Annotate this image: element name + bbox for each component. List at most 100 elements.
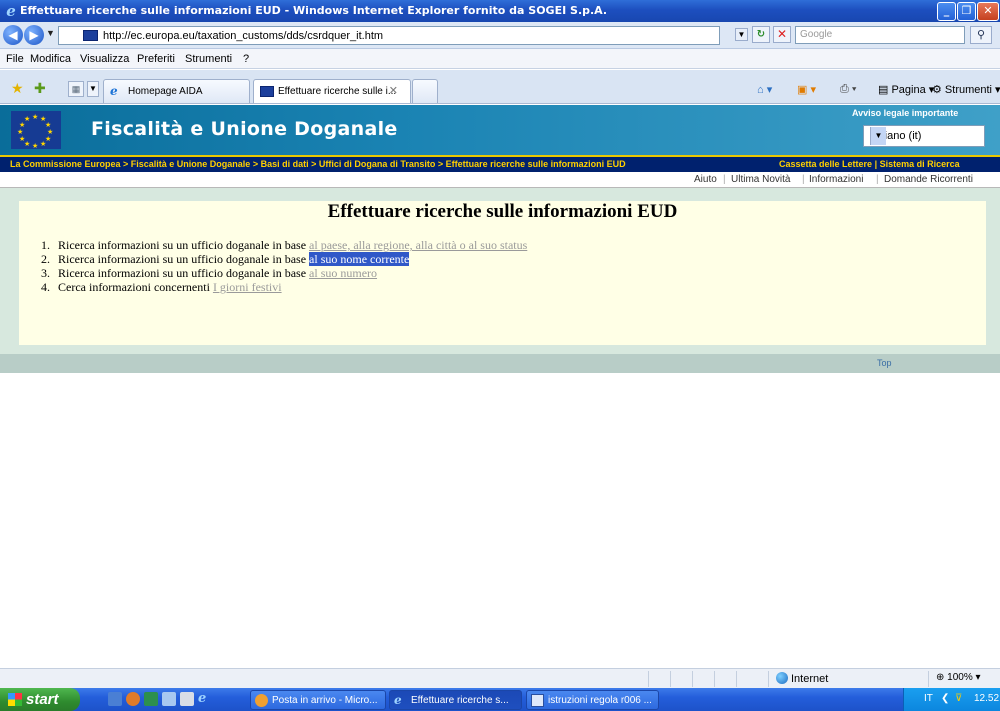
globe-icon	[776, 672, 788, 684]
page-menu[interactable]: ▤ Pagina ▾	[878, 83, 934, 96]
ie-logo-icon: e	[6, 2, 16, 20]
new-tab-button[interactable]	[412, 79, 438, 103]
system-tray: IT ❮ ⊽ 12.52	[903, 688, 1000, 711]
menu-file[interactable]: File	[6, 53, 24, 65]
url-text: http://ec.europa.eu/taxation_customs/dds…	[103, 30, 384, 42]
windows-logo-icon	[8, 693, 22, 706]
search-placeholder: Google	[800, 29, 833, 40]
menu-modifica[interactable]: Modifica	[30, 53, 71, 65]
tab-label: Effettuare ricerche sulle i...	[278, 86, 397, 97]
home-icon[interactable]: ⌂ ▾	[757, 83, 772, 96]
search-icon[interactable]: ⚲	[970, 26, 992, 44]
web-page: ★ ★ ★ ★ ★ ★ ★ ★ ★ ★ ★ ★ Fiscalità e Unione Dogan…	[0, 105, 1000, 668]
print-icon[interactable]: ⎙ ▾	[840, 83, 856, 96]
ie-icon: e	[394, 693, 402, 707]
minimize-button[interactable]: _	[937, 2, 956, 21]
zoom-control[interactable]: ⊕ 100% ▾	[936, 672, 981, 683]
quicklaunch-icon[interactable]	[108, 692, 122, 706]
address-field[interactable]: http://ec.europa.eu/taxation_customs/dds…	[58, 26, 720, 45]
list-item: 4. Cerca informazioni concernenti I giorn…	[41, 280, 282, 294]
breadcrumb[interactable]: La Commissione Europea > Fiscalità e Uni…	[10, 159, 626, 169]
help-link[interactable]: Aiuto	[694, 174, 717, 185]
task-outlook[interactable]: Posta in arrivo - Micro...	[250, 690, 386, 710]
legal-notice-link[interactable]: Avviso legale importante	[852, 108, 958, 118]
info-link[interactable]: Informazioni	[809, 174, 863, 185]
task-word[interactable]: istruzioni regola r006 ...	[526, 690, 659, 710]
chevron-down-icon: ▼	[870, 127, 886, 145]
list-item: 1. Ricerca informazioni su un ufficio dog…	[41, 238, 528, 252]
search-system-link[interactable]: Sistema di Ricerca	[880, 159, 960, 169]
maximize-button[interactable]: ❐	[957, 2, 976, 21]
search-input[interactable]: Google	[795, 26, 965, 44]
tab-bar: ★ ✚ ▦ ▼ e Homepage AIDA Effettuare ricer…	[0, 70, 1000, 104]
tools-menu-label: Strumenti	[944, 84, 992, 96]
search-by-name-link[interactable]: al suo nome corrente	[309, 252, 410, 266]
feeds-icon[interactable]: ▣ ▾	[797, 83, 816, 96]
ie-page-icon: e	[110, 84, 118, 98]
mailbox-link[interactable]: Cassetta delle Lettere	[779, 159, 872, 169]
ie-quicklaunch-icon[interactable]: e	[198, 692, 212, 706]
quicklaunch-icon[interactable]	[162, 692, 176, 706]
history-dropdown-icon[interactable]: ▼	[46, 28, 55, 38]
tab-eud-search[interactable]: Effettuare ricerche sulle i... ✕	[253, 79, 411, 103]
eu-favicon-icon	[260, 86, 274, 97]
content-box: Effettuare ricerche sulle informazioni E…	[19, 201, 986, 345]
list-item: 3. Ricerca informazioni su un ufficio dog…	[41, 266, 378, 280]
task-label: istruzioni regola r006 ...	[548, 695, 652, 706]
antivirus-icon[interactable]: ⊽	[955, 693, 962, 704]
add-favorites-icon[interactable]: ✚	[34, 80, 46, 97]
latest-news-link[interactable]: Ultima Novità	[731, 174, 790, 185]
taskbar: start e Posta in arrivo - Micro... e Eff…	[0, 688, 1000, 711]
start-label: start	[26, 691, 59, 708]
start-button[interactable]: start	[0, 688, 80, 711]
page-menu-label: Pagina	[891, 84, 926, 96]
search-by-number-link[interactable]: al suo numero	[309, 266, 377, 280]
refresh-button[interactable]: ↻	[752, 26, 770, 43]
arrow-icon[interactable]: ❮	[941, 693, 949, 704]
breadcrumb-right: Cassetta delle Lettere | Sistema di Rice…	[779, 159, 960, 169]
forward-button[interactable]: ▶	[24, 25, 44, 45]
site-banner: ★ ★ ★ ★ ★ ★ ★ ★ ★ ★ ★ ★ Fiscalità e Unione Dogan…	[0, 105, 1000, 155]
window-title: Effettuare ricerche sulle informazioni E…	[20, 4, 608, 17]
quicklaunch-icon[interactable]	[180, 692, 194, 706]
menu-visualizza[interactable]: Visualizza	[80, 53, 129, 65]
stop-button[interactable]: ✕	[773, 26, 791, 43]
zoom-value: 100%	[947, 672, 973, 683]
tab-label: Homepage AIDA	[128, 86, 203, 97]
back-button[interactable]: ◀	[3, 25, 23, 45]
quick-tabs-icon[interactable]: ▦	[68, 81, 84, 97]
close-button[interactable]: ✕	[977, 2, 999, 21]
search-options-list: 1. Ricerca informazioni su un ufficio dog…	[41, 238, 527, 294]
holidays-link[interactable]: I giorni festivi	[213, 280, 282, 294]
search-by-country-link[interactable]: al paese, alla regione, alla città o al …	[309, 238, 527, 252]
list-item: 2. Ricerca informazioni su un ufficio dog…	[41, 252, 410, 266]
zone-label: Internet	[791, 673, 829, 685]
tab-homepage-aida[interactable]: e Homepage AIDA	[103, 79, 250, 103]
tools-menu[interactable]: ⚙ Strumenti ▾	[932, 83, 1000, 96]
address-dropdown-icon[interactable]: ▼	[735, 28, 748, 41]
task-ie[interactable]: e Effettuare ricerche s...	[389, 690, 522, 710]
breadcrumb-bar: La Commissione Europea > Fiscalità e Uni…	[0, 155, 1000, 172]
language-select[interactable]: Italiano (it) ▼	[863, 125, 985, 147]
tab-list-dropdown-icon[interactable]: ▼	[87, 81, 99, 97]
quicklaunch-icon[interactable]	[144, 692, 158, 706]
quicklaunch-icon[interactable]	[126, 692, 140, 706]
security-zone: Internet	[776, 672, 828, 685]
top-link[interactable]: Top	[877, 358, 892, 368]
status-bar: Internet ⊕ 100% ▾	[0, 668, 1000, 688]
task-label: Posta in arrivo - Micro...	[272, 695, 378, 706]
menu-help[interactable]: ?	[243, 53, 249, 65]
language-indicator[interactable]: IT	[924, 693, 933, 704]
menu-bar: File Modifica Visualizza Preferiti Strum…	[0, 49, 1000, 69]
menu-strumenti[interactable]: Strumenti	[185, 53, 232, 65]
title-bar: e Effettuare ricerche sulle informazioni…	[0, 0, 1000, 22]
address-toolbar: ◀ ▶ ▼ http://ec.europa.eu/taxation_custo…	[0, 22, 1000, 49]
top-bar: Top	[0, 354, 1000, 373]
eu-flag-logo: ★ ★ ★ ★ ★ ★ ★ ★ ★ ★ ★ ★	[11, 111, 61, 150]
favorites-star-icon[interactable]: ★	[11, 80, 24, 97]
menu-preferiti[interactable]: Preferiti	[137, 53, 175, 65]
close-tab-icon[interactable]: ✕	[389, 84, 398, 97]
clock: 12.52	[974, 693, 1000, 704]
eu-favicon-icon	[83, 30, 98, 41]
faq-link[interactable]: Domande Ricorrenti	[884, 174, 973, 185]
